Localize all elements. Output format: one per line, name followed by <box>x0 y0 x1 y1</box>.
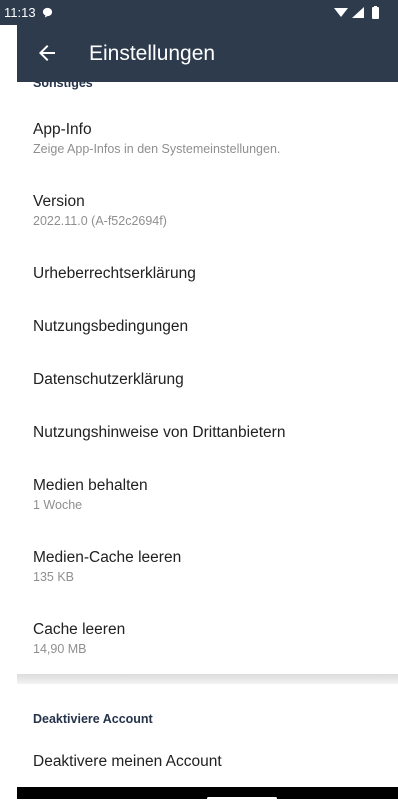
battery-icon <box>372 6 379 19</box>
navigation-bar <box>17 787 398 800</box>
setting-keep-media[interactable]: Medien behalten 1 Woche <box>33 477 393 512</box>
setting-title: Nutzungshinweise von Drittanbietern <box>33 424 286 441</box>
setting-third-party[interactable]: Nutzungshinweise von Drittanbietern <box>33 424 393 442</box>
setting-subtitle: Zeige App-Infos in den Systemeinstellung… <box>33 142 281 156</box>
signal-icon <box>352 7 364 18</box>
setting-privacy[interactable]: Datenschutzerklärung <box>33 371 393 389</box>
setting-title: Deaktivere meinen Account <box>33 753 222 770</box>
setting-subtitle: 2022.11.0 (A-f52c2694f) <box>33 214 167 228</box>
setting-title: Cache leeren <box>33 621 126 638</box>
setting-title: Medien-Cache leeren <box>33 549 182 566</box>
setting-title: Urheberrechtserklärung <box>33 265 196 282</box>
status-time: 11:13 <box>4 5 36 20</box>
setting-title: Version <box>33 193 85 210</box>
section-divider <box>17 674 398 684</box>
app-bar: Einstellungen <box>17 25 398 82</box>
setting-subtitle: 14,90 MB <box>33 642 87 656</box>
setting-clear-media-cache[interactable]: Medien-Cache leeren 135 KB <box>33 549 393 584</box>
status-bar: 11:13 <box>0 0 398 25</box>
setting-title: Medien behalten <box>33 477 148 494</box>
section-title-misc: Sonstiges <box>33 82 93 90</box>
section-title-account: Deaktiviere Account <box>33 712 153 726</box>
setting-title: Nutzungsbedingungen <box>33 318 189 335</box>
setting-copyright[interactable]: Urheberrechtserklärung <box>33 265 393 283</box>
setting-subtitle: 135 KB <box>33 570 75 584</box>
arrow-left-icon[interactable] <box>35 41 59 65</box>
wifi-icon <box>334 8 348 17</box>
settings-list[interactable]: Sonstiges App-Info Zeige App-Infos in de… <box>17 82 398 787</box>
setting-deactivate-account[interactable]: Deaktivere meinen Account <box>33 753 393 771</box>
setting-terms[interactable]: Nutzungsbedingungen <box>33 318 393 336</box>
setting-title: App-Info <box>33 121 92 138</box>
status-indicators <box>332 6 388 19</box>
chat-notification-icon <box>42 7 53 18</box>
setting-clear-cache[interactable]: Cache leeren 14,90 MB <box>33 621 393 656</box>
setting-version[interactable]: Version 2022.11.0 (A-f52c2694f) <box>33 193 393 228</box>
page-title: Einstellungen <box>89 42 216 65</box>
setting-subtitle: 1 Woche <box>33 498 83 512</box>
setting-title: Datenschutzerklärung <box>33 371 184 388</box>
setting-app-info[interactable]: App-Info Zeige App-Infos in den Systemei… <box>33 121 393 156</box>
